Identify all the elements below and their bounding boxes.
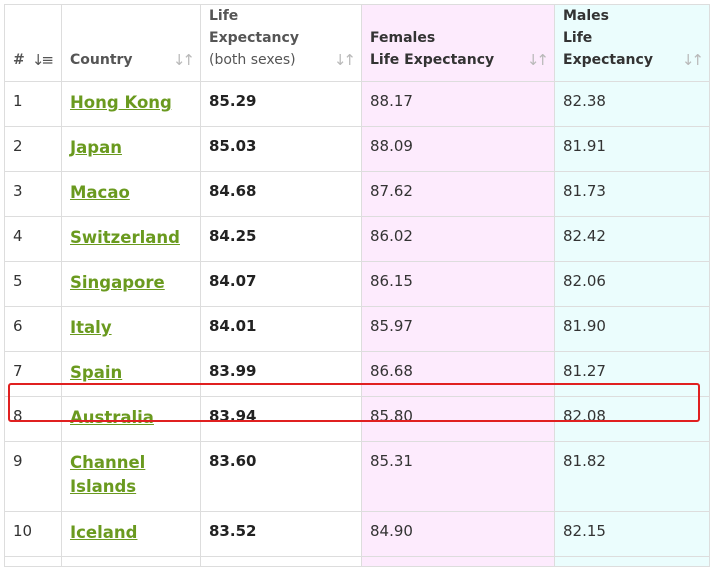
female-cell: 88.09 <box>361 126 555 172</box>
female-cell: 85.97 <box>361 306 555 352</box>
country-link[interactable]: Channel Islands <box>70 451 192 499</box>
female-cell: 88.17 <box>361 81 555 127</box>
empty-cell <box>361 556 555 567</box>
sort-arrows-icon[interactable]: ↓↑ <box>334 51 356 69</box>
female-cell: 84.90 <box>361 511 555 557</box>
country-link[interactable]: Hong Kong <box>70 91 172 115</box>
female-cell: 85.80 <box>361 396 555 442</box>
country-cell: Japan <box>61 126 201 172</box>
rank-cell: 5 <box>4 261 62 307</box>
empty-cell <box>61 556 201 567</box>
country-cell: Singapore <box>61 261 201 307</box>
rank-cell: 8 <box>4 396 62 442</box>
table-row: 6 Italy 84.01 85.97 81.90 <box>4 306 710 352</box>
table-row-partial <box>4 556 710 567</box>
both-sexes-cell: 83.94 <box>200 396 362 442</box>
rank-cell: 3 <box>4 171 62 217</box>
female-header-line1: Females <box>370 30 436 46</box>
country-link[interactable]: Macao <box>70 181 130 205</box>
male-cell: 81.82 <box>554 441 710 512</box>
rank-cell: 2 <box>4 126 62 172</box>
rank-cell: 6 <box>4 306 62 352</box>
male-cell: 82.08 <box>554 396 710 442</box>
country-link[interactable]: Switzerland <box>70 226 180 250</box>
both-sexes-cell: 83.52 <box>200 511 362 557</box>
both-sexes-cell: 85.03 <box>200 126 362 172</box>
both-header-line2: (both sexes) <box>209 52 296 68</box>
country-cell: Channel Islands <box>61 441 201 512</box>
female-cell: 86.02 <box>361 216 555 262</box>
empty-cell <box>554 556 710 567</box>
both-sexes-cell: 84.68 <box>200 171 362 217</box>
both-sexes-cell: 84.07 <box>200 261 362 307</box>
rank-cell: 7 <box>4 351 62 397</box>
male-cell: 82.42 <box>554 216 710 262</box>
table-row: 5 Singapore 84.07 86.15 82.06 <box>4 261 710 307</box>
table-row: 3 Macao 84.68 87.62 81.73 <box>4 171 710 217</box>
female-column-header[interactable]: Females Life Expectancy ↓↑ <box>361 4 555 82</box>
rank-column-header[interactable]: # ↓≡ <box>4 4 62 82</box>
both-sexes-cell: 85.29 <box>200 81 362 127</box>
both-header-line1: Life Expectancy <box>209 8 299 46</box>
country-cell: Iceland <box>61 511 201 557</box>
rank-cell: 1 <box>4 81 62 127</box>
rank-cell: 4 <box>4 216 62 262</box>
rank-cell: 10 <box>4 511 62 557</box>
country-cell: Hong Kong <box>61 81 201 127</box>
both-sexes-cell: 84.25 <box>200 216 362 262</box>
both-sexes-column-header[interactable]: Life Expectancy (both sexes) ↓↑ <box>200 4 362 82</box>
both-sexes-cell: 84.01 <box>200 306 362 352</box>
country-link[interactable]: Spain <box>70 361 122 385</box>
male-column-header[interactable]: Males Life Expectancy ↓↑ <box>554 4 710 82</box>
female-cell: 87.62 <box>361 171 555 217</box>
female-cell: 86.68 <box>361 351 555 397</box>
female-cell: 85.31 <box>361 441 555 512</box>
country-link[interactable]: Italy <box>70 316 112 340</box>
country-cell: Macao <box>61 171 201 217</box>
country-link[interactable]: Australia <box>70 406 154 430</box>
male-header-line2: Life Expectancy <box>563 30 653 68</box>
male-cell: 82.38 <box>554 81 710 127</box>
sort-arrows-icon[interactable]: ↓↑ <box>682 51 704 69</box>
female-cell: 86.15 <box>361 261 555 307</box>
table-row-highlighted: 8 Australia 83.94 85.80 82.08 <box>4 396 710 442</box>
both-sexes-cell: 83.99 <box>200 351 362 397</box>
empty-cell <box>200 556 362 567</box>
sort-descending-numeric-icon[interactable]: ↓≡ <box>32 51 54 69</box>
table-row: 1 Hong Kong 85.29 88.17 82.38 <box>4 81 710 127</box>
male-cell: 81.90 <box>554 306 710 352</box>
table-row: 9 Channel Islands 83.60 85.31 81.82 <box>4 441 710 512</box>
country-cell: Switzerland <box>61 216 201 262</box>
sort-arrows-icon[interactable]: ↓↑ <box>173 51 195 69</box>
male-cell: 81.91 <box>554 126 710 172</box>
country-link[interactable]: Japan <box>70 136 122 160</box>
country-cell: Spain <box>61 351 201 397</box>
country-cell: Australia <box>61 396 201 442</box>
male-cell: 82.06 <box>554 261 710 307</box>
male-cell: 81.73 <box>554 171 710 217</box>
life-expectancy-table: # ↓≡ Country ↓↑ Life Expectancy (both se… <box>4 4 710 567</box>
country-column-header[interactable]: Country ↓↑ <box>61 4 201 82</box>
country-cell: Italy <box>61 306 201 352</box>
male-header-line1: Males <box>563 8 610 24</box>
table-row: 7 Spain 83.99 86.68 81.27 <box>4 351 710 397</box>
country-link[interactable]: Iceland <box>70 521 137 545</box>
rank-cell: 9 <box>4 441 62 512</box>
both-sexes-cell: 83.60 <box>200 441 362 512</box>
male-cell: 82.15 <box>554 511 710 557</box>
sort-arrows-icon[interactable]: ↓↑ <box>527 51 549 69</box>
empty-cell <box>4 556 62 567</box>
table-row: 4 Switzerland 84.25 86.02 82.42 <box>4 216 710 262</box>
country-link[interactable]: Singapore <box>70 271 165 295</box>
table-header-row: # ↓≡ Country ↓↑ Life Expectancy (both se… <box>4 4 710 82</box>
table-row: 10 Iceland 83.52 84.90 82.15 <box>4 511 710 557</box>
female-header-line2: Life Expectancy <box>370 52 495 68</box>
table-row: 2 Japan 85.03 88.09 81.91 <box>4 126 710 172</box>
male-cell: 81.27 <box>554 351 710 397</box>
